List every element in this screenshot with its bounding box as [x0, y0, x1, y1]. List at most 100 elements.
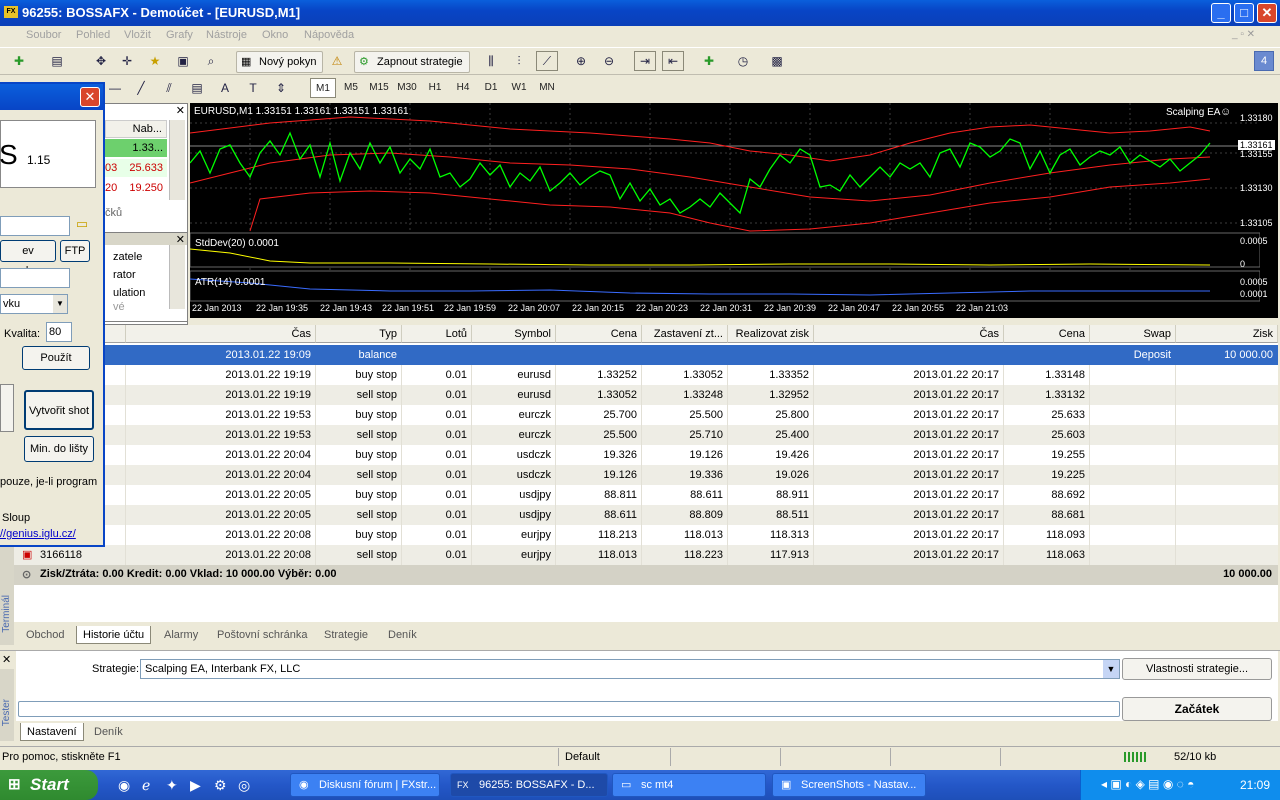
- hline-icon[interactable]: ―: [104, 78, 126, 98]
- tab-alarmy[interactable]: Alarmy: [158, 626, 204, 644]
- tab-nastaveni[interactable]: Nastavení: [20, 723, 84, 741]
- arrows-icon[interactable]: ⇕: [270, 78, 292, 98]
- dialog-close-button[interactable]: ✕: [80, 87, 100, 107]
- mw-row-1[interactable]: 1.33...: [105, 139, 167, 157]
- close-button[interactable]: ✕: [1257, 3, 1277, 23]
- tab-obchod[interactable]: Obchod: [20, 626, 71, 644]
- tab-strategie[interactable]: Strategie: [318, 626, 374, 644]
- tester-icon[interactable]: ⌕: [200, 51, 222, 71]
- quicklaunch-app-icon[interactable]: ✦: [166, 777, 178, 794]
- strategy-properties-button[interactable]: Vlastnosti strategie...: [1122, 658, 1272, 680]
- menu-pohled[interactable]: Pohled: [76, 29, 110, 41]
- table-row[interactable]: 2013.01.22 19:19 sell stop 0.01 eurusd 1.330…: [14, 385, 1278, 405]
- path-input[interactable]: [0, 216, 70, 236]
- templates-icon[interactable]: ▩: [766, 51, 788, 71]
- mdi-controls-icon[interactable]: _ ▫ ✕: [1232, 29, 1255, 40]
- profiles-icon[interactable]: ▤: [46, 51, 68, 71]
- table-row-balance[interactable]: 2013.01.22 19:09 balance Deposit 10 000.…: [14, 345, 1278, 365]
- format-select[interactable]: vku ▼: [0, 294, 68, 314]
- tf-w1[interactable]: W1: [506, 78, 532, 98]
- ftp-button[interactable]: FTP: [60, 240, 90, 262]
- tf-h1[interactable]: H1: [422, 78, 448, 98]
- task-forum[interactable]: ◉ Diskusní fórum | FXstr...: [290, 773, 440, 797]
- table-row[interactable]: 2013.01.22 19:53 sell stop 0.01 eurczk 25.50…: [14, 425, 1278, 445]
- nav-item-1[interactable]: zatele: [113, 251, 142, 263]
- tray-icons[interactable]: ◂ ▣ ◐ ◈ ▤ ◉ ◌ ◓: [1101, 777, 1194, 791]
- minimize-to-tray-button[interactable]: Min. do lišty: [24, 436, 94, 462]
- periods-icon[interactable]: ◷: [732, 51, 754, 71]
- menu-napoveda[interactable]: Nápověda: [304, 29, 354, 41]
- alert-icon[interactable]: ⚠: [326, 51, 348, 71]
- create-shot-button[interactable]: Vytvořit shot: [24, 390, 94, 430]
- table-row[interactable]: 3166118 2013.01.22 20:08 sell stop 0.01 eurj…: [14, 545, 1278, 565]
- col-bid-header[interactable]: Nab...: [105, 120, 167, 138]
- folder-icon[interactable]: ▭: [72, 216, 92, 236]
- menu-grafy[interactable]: Grafy: [166, 29, 193, 41]
- candle-chart-icon[interactable]: ⫶: [508, 51, 530, 71]
- col-close-price-header[interactable]: Cena: [1004, 325, 1090, 343]
- table-row[interactable]: 2013.01.22 19:19 buy stop 0.01 eurusd 1.3325…: [14, 365, 1278, 385]
- line-chart-icon[interactable]: ⟋: [536, 51, 558, 71]
- strategy-select[interactable]: Scalping EA, Interbank FX, LLC ▼: [140, 659, 1120, 679]
- task-screenshots[interactable]: ▣ ScreenShots - Nastav...: [772, 773, 926, 797]
- table-row[interactable]: 2013.01.22 20:04 sell stop 0.01 usdczk 19.12…: [14, 465, 1278, 485]
- table-row[interactable]: 2013.01.22 20:04 buy stop 0.01 usdczk 19.326…: [14, 445, 1278, 465]
- tf-m30[interactable]: M30: [394, 78, 420, 98]
- navigator-icon[interactable]: ★: [144, 51, 166, 71]
- zoom-out-icon[interactable]: ⊖: [598, 51, 620, 71]
- apply-button[interactable]: Použít: [22, 346, 90, 370]
- auto-scroll-icon[interactable]: ⇥: [634, 51, 656, 71]
- nav-item-2[interactable]: rator: [113, 269, 136, 281]
- table-row[interactable]: 2013.01.22 20:08 buy stop 0.01 eurjpy 118.21…: [14, 525, 1278, 545]
- tab-historie-uctu[interactable]: Historie účtu: [76, 626, 152, 644]
- col-type-header[interactable]: Typ: [316, 325, 402, 343]
- menu-okno[interactable]: Okno: [262, 29, 288, 41]
- col-swap-header[interactable]: Swap: [1090, 325, 1176, 343]
- text-icon[interactable]: A: [214, 78, 236, 98]
- quicklaunch-ie-icon[interactable]: ℯ: [142, 777, 150, 794]
- tf-d1[interactable]: D1: [478, 78, 504, 98]
- chevron-down-icon[interactable]: ▼: [1103, 660, 1119, 678]
- tester-close-icon[interactable]: ✕: [2, 653, 11, 666]
- tab-tester-denik[interactable]: Deník: [88, 723, 129, 741]
- nav-item-3[interactable]: ulation: [113, 287, 145, 299]
- mw-row-2[interactable]: 03 25.633: [105, 159, 167, 177]
- table-row[interactable]: 2013.01.22 19:53 buy stop 0.01 eurczk 25.700…: [14, 405, 1278, 425]
- tf-m1[interactable]: M1: [310, 78, 336, 98]
- fibo-icon[interactable]: ▤: [186, 78, 208, 98]
- indicators-icon[interactable]: ✚: [698, 51, 720, 71]
- market-watch-close-icon[interactable]: ✕: [176, 104, 185, 117]
- minimize-button[interactable]: _: [1211, 3, 1231, 23]
- tab-denik[interactable]: Deník: [382, 626, 423, 644]
- terminal-icon[interactable]: ▣: [172, 51, 194, 71]
- quicklaunch-tool-icon[interactable]: ⚙: [214, 777, 227, 794]
- task-folder[interactable]: ▭ sc mt4: [612, 773, 766, 797]
- col-sl-header[interactable]: Zastavení zt...: [642, 325, 728, 343]
- nav-tab[interactable]: vé: [113, 301, 125, 313]
- menu-soubor[interactable]: Soubor: [26, 29, 61, 41]
- table-row[interactable]: 2013.01.22 20:05 sell stop 0.01 usdjpy 88.61…: [14, 505, 1278, 525]
- task-mt4[interactable]: FX 96255: BOSSAFX - D...: [450, 773, 608, 797]
- col-close-time-header[interactable]: Čas: [814, 325, 1004, 343]
- label-icon[interactable]: T: [242, 78, 264, 98]
- col-tp-header[interactable]: Realizovat zisk: [728, 325, 814, 343]
- tab-postovni-schranka[interactable]: Poštovní schránka: [211, 626, 314, 644]
- maximize-button[interactable]: □: [1234, 3, 1254, 23]
- chevron-down-icon[interactable]: ▼: [53, 295, 67, 313]
- tf-mn[interactable]: MN: [534, 78, 560, 98]
- col-profit-header[interactable]: Zisk: [1176, 325, 1278, 343]
- col-symbol-header[interactable]: Symbol: [472, 325, 556, 343]
- data-window-icon[interactable]: ✛: [116, 51, 138, 71]
- quicklaunch-firefox-icon[interactable]: ◉: [118, 777, 130, 794]
- start-button[interactable]: Začátek: [1122, 697, 1272, 721]
- quality-input[interactable]: 80: [46, 322, 72, 342]
- trendline-icon[interactable]: ╱: [130, 78, 152, 98]
- title-bar[interactable]: FX 96255: BOSSAFX - Demoúčet - [EURUSD,M…: [0, 0, 1280, 26]
- col-lots-header[interactable]: Lotů: [402, 325, 472, 343]
- mw-tab[interactable]: čků: [105, 207, 122, 219]
- mw-scrollbar[interactable]: [169, 120, 185, 200]
- market-watch-icon[interactable]: ✥: [90, 51, 112, 71]
- menu-vlozit[interactable]: Vložit: [124, 29, 151, 41]
- mw-row-3[interactable]: 20 19.250: [105, 179, 167, 197]
- new-order-button[interactable]: ▦ Nový pokyn: [236, 51, 324, 73]
